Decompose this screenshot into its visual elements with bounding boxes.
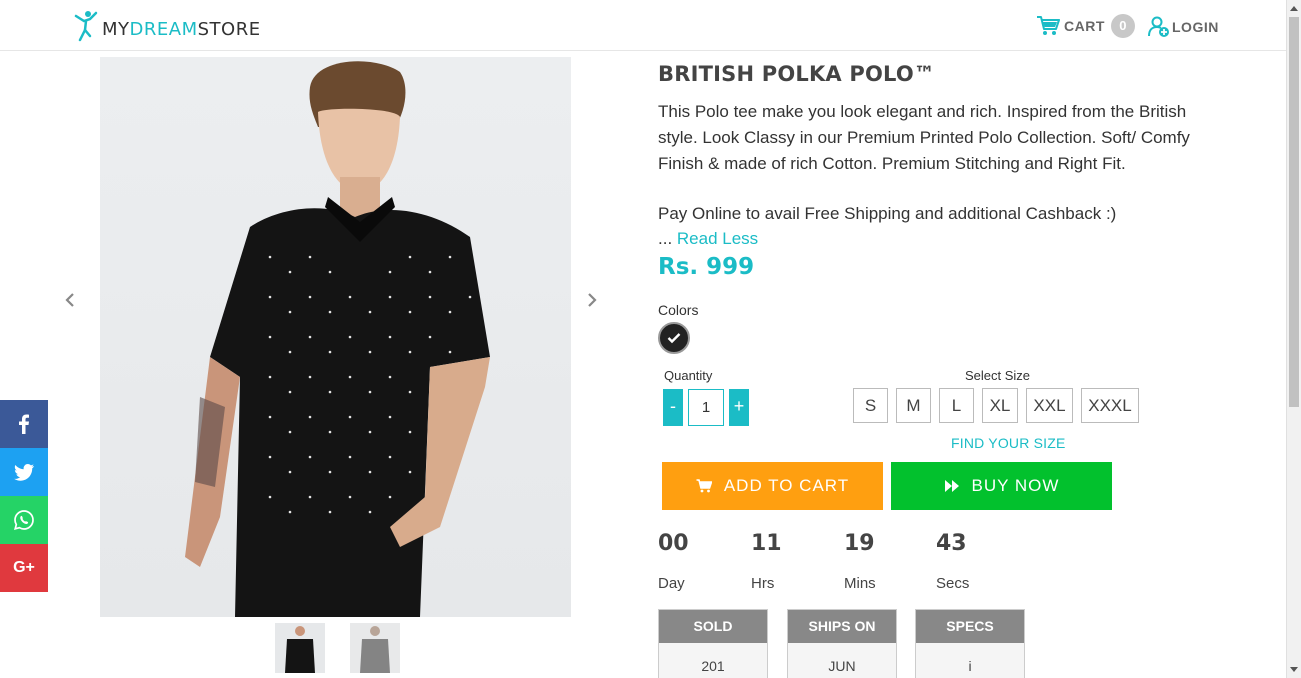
size-option-xxl[interactable]: XXL <box>1026 388 1073 423</box>
add-to-cart-button[interactable]: ADD TO CART <box>662 462 883 510</box>
whatsapp-icon <box>14 510 34 530</box>
scroll-thumb[interactable] <box>1289 17 1299 407</box>
add-to-cart-label: ADD TO CART <box>723 476 850 495</box>
facebook-icon <box>19 414 29 434</box>
quantity-decrement-button[interactable]: - <box>663 389 683 426</box>
quantity-increment-button[interactable]: + <box>729 389 749 426</box>
ships-on-value: JUN <box>828 658 856 674</box>
social-share-bar: G+ <box>0 400 48 592</box>
logo-text: MYDREAMSTORE <box>102 18 261 40</box>
specs-info-icon: i <box>968 658 972 674</box>
thumbnail-back-photo <box>360 626 390 673</box>
cart-label: CART <box>1064 18 1105 34</box>
scroll-down-arrow[interactable] <box>1290 667 1298 672</box>
size-option-s[interactable]: S <box>853 388 888 423</box>
checkmark-icon <box>667 333 681 344</box>
countdown-secs-label: Secs <box>936 575 970 592</box>
ellipsis-text: ... <box>658 229 677 248</box>
size-option-l[interactable]: L <box>939 388 974 423</box>
site-header: MYDREAMSTORE CART 0 LOGIN <box>0 0 1286 51</box>
read-less-row: ... Read Less <box>658 226 758 252</box>
chevron-left-icon <box>65 293 74 307</box>
previous-image-button[interactable] <box>60 290 80 310</box>
facebook-share-button[interactable] <box>0 400 48 448</box>
logo-figure-icon <box>74 11 98 42</box>
product-price: Rs. 999 <box>658 254 755 280</box>
scroll-up-arrow[interactable] <box>1290 6 1298 11</box>
whatsapp-share-button[interactable] <box>0 496 48 544</box>
ships-on-heading: SHIPS ON <box>788 610 896 643</box>
chevron-right-icon <box>588 293 597 307</box>
thumbnail-back[interactable] <box>350 623 400 673</box>
countdown-secs-value: 43 <box>936 531 967 556</box>
buy-now-button[interactable]: BUY NOW <box>891 462 1112 510</box>
cart-count-badge: 0 <box>1110 14 1135 38</box>
specs-heading: SPECS <box>916 610 1024 643</box>
store-logo[interactable]: MYDREAMSTORE <box>72 10 261 42</box>
find-your-size-link[interactable]: FIND YOUR SIZE <box>951 435 1066 451</box>
thumbnail-front[interactable] <box>275 623 325 673</box>
size-option-xl[interactable]: XL <box>982 388 1018 423</box>
specs-info-box[interactable]: SPECS i <box>915 609 1025 678</box>
payment-offer-note: Pay Online to avail Free Shipping and ad… <box>658 204 1117 223</box>
product-description: This Polo tee make you look elegant and … <box>658 102 1190 173</box>
twitter-icon <box>14 464 34 481</box>
product-title: BRITISH POLKA POLO™ <box>658 62 936 86</box>
countdown-days-label: Day <box>658 575 685 592</box>
sold-info-box: SOLD 201 <box>658 609 768 678</box>
countdown-hours-label: Hrs <box>751 575 775 592</box>
color-swatch-black[interactable] <box>658 322 690 354</box>
login-label: LOGIN <box>1172 19 1219 35</box>
page-scrollbar[interactable] <box>1286 0 1301 678</box>
ships-on-info-box: SHIPS ON JUN <box>787 609 897 678</box>
cart-icon <box>1037 16 1060 35</box>
countdown-mins-value: 19 <box>844 531 875 556</box>
google-plus-share-button[interactable]: G+ <box>0 544 48 592</box>
size-option-m[interactable]: M <box>896 388 931 423</box>
size-option-xxxl[interactable]: XXXL <box>1081 388 1139 423</box>
select-size-label: Select Size <box>965 368 1031 383</box>
sold-heading: SOLD <box>659 610 767 643</box>
countdown-days-value: 00 <box>658 531 689 556</box>
cart-link[interactable]: CART 0 <box>1036 14 1135 38</box>
countdown-hours-value: 11 <box>751 531 782 556</box>
cart-icon <box>696 479 712 493</box>
quantity-label: Quantity <box>664 368 713 383</box>
thumbnail-front-photo <box>285 626 315 673</box>
product-photo <box>185 61 490 617</box>
countdown-mins-label: Mins <box>844 575 876 592</box>
twitter-share-button[interactable] <box>0 448 48 496</box>
fast-forward-icon <box>944 480 959 492</box>
read-less-link[interactable]: Read Less <box>677 229 758 248</box>
google-plus-icon: G+ <box>13 559 35 576</box>
next-image-button[interactable] <box>582 290 602 310</box>
sold-value: 201 <box>701 658 725 674</box>
product-main-image[interactable] <box>100 57 571 617</box>
login-link[interactable]: LOGIN <box>1148 16 1219 38</box>
user-add-icon <box>1148 16 1169 37</box>
quantity-input[interactable] <box>688 389 724 426</box>
buy-now-label: BUY NOW <box>971 476 1060 495</box>
colors-label: Colors <box>658 302 699 318</box>
